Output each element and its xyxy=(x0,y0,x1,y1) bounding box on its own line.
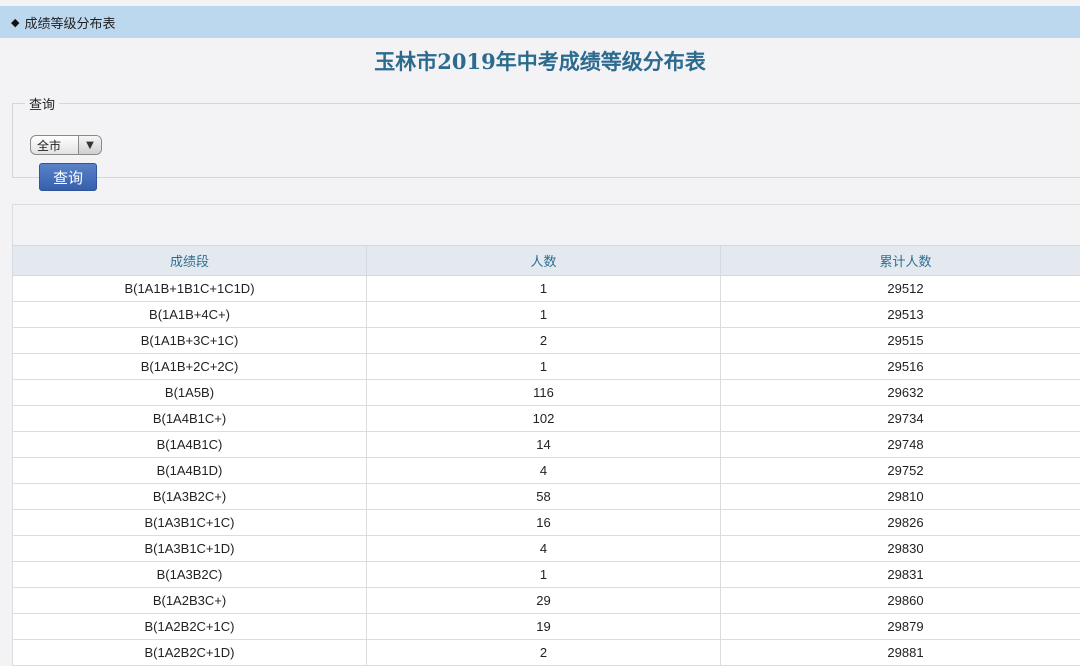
cell-grade-range: B(1A2B2C+1C) xyxy=(13,614,367,640)
column-header-cumulative: 累计人数 xyxy=(721,246,1080,276)
cell-count: 1 xyxy=(367,276,721,302)
region-select[interactable]: 全市 ▼ xyxy=(30,135,102,155)
cell-grade-range: B(1A5B) xyxy=(13,380,367,406)
cell-cumulative: 29879 xyxy=(721,614,1080,640)
table-row: B(1A1B+4C+)129513 xyxy=(13,302,1080,328)
dropdown-arrow-icon[interactable]: ▼ xyxy=(78,136,101,154)
table-row: B(1A1B+3C+1C)229515 xyxy=(13,328,1080,354)
cell-cumulative: 29748 xyxy=(721,432,1080,458)
cell-count: 4 xyxy=(367,536,721,562)
cell-count: 29 xyxy=(367,588,721,614)
column-header-grade-range: 成绩段 xyxy=(13,246,367,276)
cell-count: 2 xyxy=(367,640,721,666)
nav-title: 成绩等级分布表 xyxy=(24,13,115,32)
page-title: 玉林市2019年中考成绩等级分布表 xyxy=(0,46,1080,76)
cell-grade-range: B(1A2B3C+) xyxy=(13,588,367,614)
cell-grade-range: B(1A2B2C+1D) xyxy=(13,640,367,666)
table-row: B(1A4B1C)1429748 xyxy=(13,432,1080,458)
table-row: B(1A1B+1B1C+1C1D)129512 xyxy=(13,276,1080,302)
cell-grade-range: B(1A1B+3C+1C) xyxy=(13,328,367,354)
results-table: 成绩段 人数 累计人数 B(1A1B+1B1C+1C1D)129512B(1A1… xyxy=(12,245,1080,666)
cell-grade-range: B(1A3B2C+) xyxy=(13,484,367,510)
cell-cumulative: 29826 xyxy=(721,510,1080,536)
cell-count: 1 xyxy=(367,302,721,328)
cell-count: 19 xyxy=(367,614,721,640)
cell-grade-range: B(1A4B1C+) xyxy=(13,406,367,432)
cell-grade-range: B(1A3B1C+1D) xyxy=(13,536,367,562)
cell-cumulative: 29512 xyxy=(721,276,1080,302)
cell-cumulative: 29513 xyxy=(721,302,1080,328)
cell-count: 14 xyxy=(367,432,721,458)
cell-grade-range: B(1A4B1C) xyxy=(13,432,367,458)
cell-count: 116 xyxy=(367,380,721,406)
table-row: B(1A3B2C)129831 xyxy=(13,562,1080,588)
table-row: B(1A2B2C+1C)1929879 xyxy=(13,614,1080,640)
cell-cumulative: 29831 xyxy=(721,562,1080,588)
cell-cumulative: 29516 xyxy=(721,354,1080,380)
cell-grade-range: B(1A4B1D) xyxy=(13,458,367,484)
query-panel: 查询 全市 ▼ 查询 xyxy=(12,94,1080,178)
cell-count: 1 xyxy=(367,354,721,380)
table-row: B(1A1B+2C+2C)129516 xyxy=(13,354,1080,380)
cell-grade-range: B(1A3B2C) xyxy=(13,562,367,588)
cell-count: 1 xyxy=(367,562,721,588)
table-header-row: 成绩段 人数 累计人数 xyxy=(13,246,1080,276)
query-legend: 查询 xyxy=(25,94,59,113)
table-row: B(1A5B)11629632 xyxy=(13,380,1080,406)
table-row: B(1A2B3C+)2929860 xyxy=(13,588,1080,614)
cell-count: 58 xyxy=(367,484,721,510)
cell-cumulative: 29881 xyxy=(721,640,1080,666)
cell-count: 16 xyxy=(367,510,721,536)
cell-count: 2 xyxy=(367,328,721,354)
cell-cumulative: 29860 xyxy=(721,588,1080,614)
cell-cumulative: 29752 xyxy=(721,458,1080,484)
cell-grade-range: B(1A1B+1B1C+1C1D) xyxy=(13,276,367,302)
table-row: B(1A3B1C+1D)429830 xyxy=(13,536,1080,562)
table-row: B(1A4B1D)429752 xyxy=(13,458,1080,484)
column-header-count: 人数 xyxy=(367,246,721,276)
cell-cumulative: 29515 xyxy=(721,328,1080,354)
table-row: B(1A4B1C+)10229734 xyxy=(13,406,1080,432)
cell-count: 4 xyxy=(367,458,721,484)
nav-bar: ◆ 成绩等级分布表 xyxy=(0,6,1080,38)
query-button[interactable]: 查询 xyxy=(39,163,97,191)
table-row: B(1A2B2C+1D)229881 xyxy=(13,640,1080,666)
cell-cumulative: 29632 xyxy=(721,380,1080,406)
cell-cumulative: 29810 xyxy=(721,484,1080,510)
table-row: B(1A3B2C+)5829810 xyxy=(13,484,1080,510)
cell-grade-range: B(1A1B+2C+2C) xyxy=(13,354,367,380)
cell-count: 102 xyxy=(367,406,721,432)
region-select-value: 全市 xyxy=(31,137,78,154)
table-row: B(1A3B1C+1C)1629826 xyxy=(13,510,1080,536)
cell-cumulative: 29830 xyxy=(721,536,1080,562)
cell-cumulative: 29734 xyxy=(721,406,1080,432)
diamond-icon: ◆ xyxy=(11,16,19,29)
cell-grade-range: B(1A3B1C+1C) xyxy=(13,510,367,536)
cell-grade-range: B(1A1B+4C+) xyxy=(13,302,367,328)
